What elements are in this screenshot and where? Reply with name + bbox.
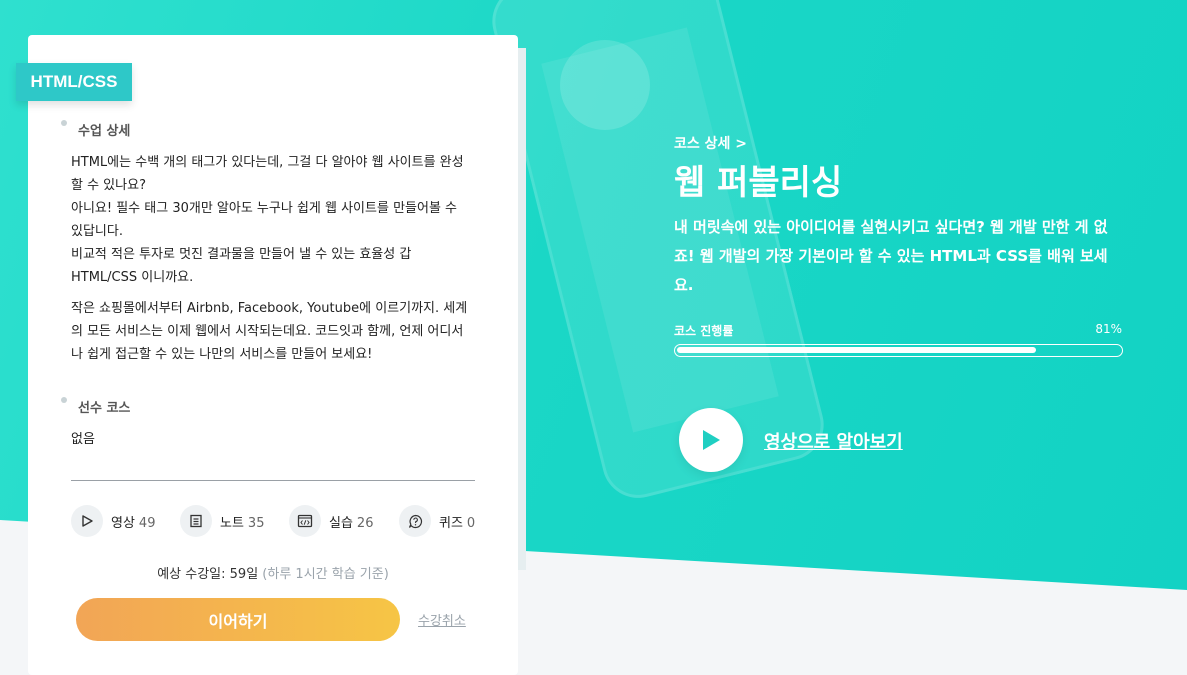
divider [71,480,475,481]
decorative-circle [560,40,650,130]
prereq-value: 없음 [71,432,95,447]
play-icon [703,430,720,450]
continue-button[interactable]: 이어하기 [76,598,400,641]
breadcrumb[interactable]: 코스 상세 > [674,133,747,153]
estimate-label: 예상 수강일: 59일 [157,567,259,582]
stat-note: 노트 35 [180,505,264,537]
progress-bar [674,344,1123,357]
bullet-dot [61,397,67,403]
description-paragraph-1: HTML에는 수백 개의 태그가 있다는데, 그걸 다 알아야 웹 사이트를 완… [71,155,464,285]
stat-label: 영상 [111,515,135,531]
stat-practice: 실습 26 [289,505,373,537]
play-video-button[interactable] [679,408,743,472]
stat-count: 0 [466,515,476,531]
stat-label: 실습 [329,515,353,531]
stat-label: 노트 [220,515,244,531]
watch-video-link[interactable]: 영상으로 알아보기 [764,428,903,454]
code-icon [289,505,321,537]
note-icon [180,505,212,537]
page-title: 웹 퍼블리싱 [674,163,843,203]
bullet-dot [61,120,67,126]
progress-label: 코스 진행률 [674,324,734,338]
course-stats: 영상 49 노트 35 실습 26 퀴즈 0 [71,505,481,537]
section-label-text: 선수 코스 [78,401,131,416]
section-label-text: 수업 상세 [78,124,131,139]
stat-count: 26 [356,515,374,531]
stat-count: 35 [247,515,265,531]
stat-label: 퀴즈 [439,515,463,531]
section-label-prereq: 선수 코스 [61,397,131,416]
description-paragraph-2: 작은 쇼핑몰에서부터 Airbnb, Facebook, Youtube에 이르… [71,301,468,362]
stat-video: 영상 49 [71,505,155,537]
course-subtitle: 내 머릿속에 있는 아이디어를 실현시키고 싶다면? 웹 개발 만한 게 없죠!… [674,218,1108,294]
estimate-days: 예상 수강일: 59일 (하루 1시간 학습 기준) [28,563,518,582]
question-icon [399,505,431,537]
stat-count: 49 [138,515,156,531]
section-label-details: 수업 상세 [61,120,131,139]
progress-percent: 81% [1095,322,1122,336]
card-edge [518,48,526,570]
stat-quiz: 퀴즈 0 [399,505,475,537]
cancel-enrollment-link[interactable]: 수강취소 [418,610,466,629]
play-icon [71,505,103,537]
estimate-note: (하루 1시간 학습 기준) [262,567,389,582]
progress-fill [677,347,1036,353]
course-tag: HTML/CSS [16,63,132,101]
